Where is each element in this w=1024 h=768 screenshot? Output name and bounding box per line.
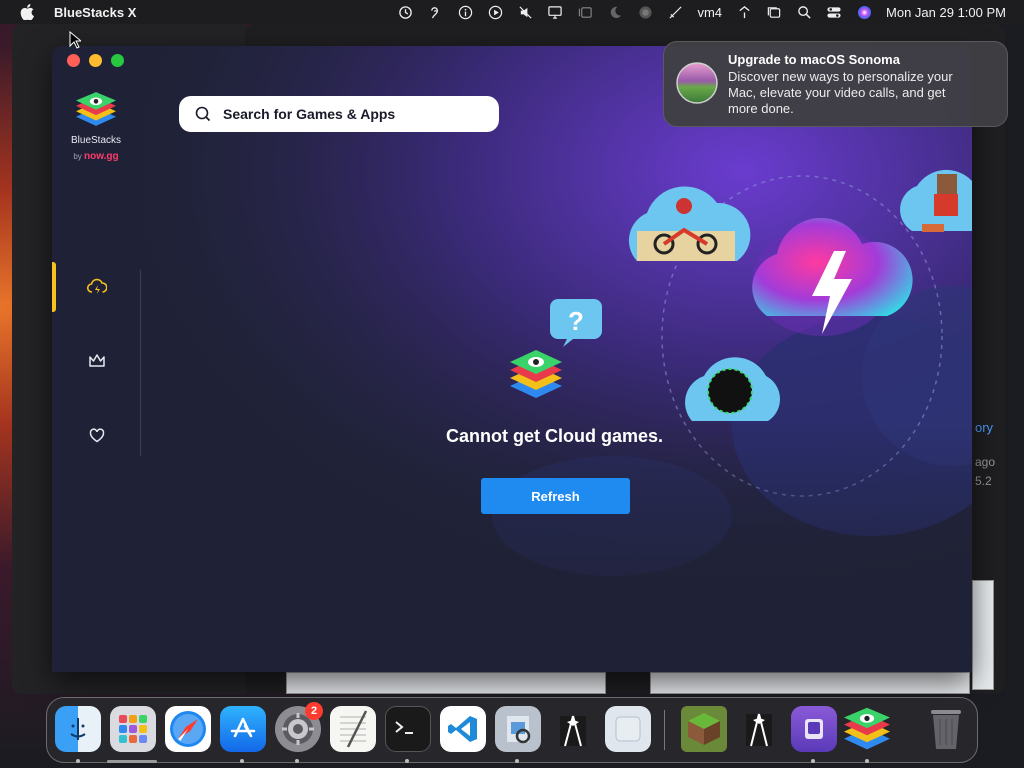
moon-icon[interactable] xyxy=(607,4,623,20)
brand-name: BlueStacks xyxy=(70,135,122,146)
background-partial-link[interactable]: ory xyxy=(975,420,993,435)
close-button[interactable] xyxy=(67,54,80,67)
search-icon xyxy=(195,106,211,122)
cloud-lightning-icon xyxy=(87,278,107,294)
notification-badge: 2 xyxy=(305,702,323,720)
bluestacks-logo-icon xyxy=(76,92,116,126)
hearing-icon[interactable] xyxy=(427,4,443,20)
dock-running-dot xyxy=(240,759,244,763)
window-icon[interactable] xyxy=(766,4,782,20)
app-menu-name[interactable]: BlueStacks X xyxy=(54,5,136,20)
network-icon[interactable] xyxy=(736,4,752,20)
control-center-icon[interactable] xyxy=(826,4,842,20)
dock: 2 xyxy=(46,697,978,763)
dock-vscode-icon[interactable] xyxy=(440,706,486,752)
siri-disabled-icon[interactable] xyxy=(637,4,653,20)
search-bar[interactable]: Search for Games & Apps xyxy=(179,96,499,132)
dock-bartender-icon[interactable] xyxy=(550,706,596,752)
stage-manager-icon[interactable] xyxy=(577,4,593,20)
mouse-cursor-icon xyxy=(69,31,81,49)
dock-minecraft-icon[interactable] xyxy=(681,706,727,752)
bluestacks-logo[interactable]: BlueStacks by now.gg xyxy=(68,92,124,164)
sidebar-nav xyxy=(52,256,142,456)
notification-title: Upgrade to macOS Sonoma xyxy=(728,52,900,67)
info-icon[interactable] xyxy=(457,4,473,20)
dock-running-dot xyxy=(295,759,299,763)
macos-sonoma-icon xyxy=(676,62,718,104)
refresh-button[interactable]: Refresh xyxy=(481,478,630,514)
zoom-button[interactable] xyxy=(111,54,124,67)
dock-bartender-5-icon[interactable] xyxy=(736,706,782,752)
dock-terminal-icon[interactable] xyxy=(385,706,431,752)
window-controls xyxy=(67,54,124,67)
menu-bar: BlueStacks X vm4 Mon Jan 29 1:00 PM xyxy=(0,0,1024,24)
dock-preview-icon[interactable] xyxy=(495,706,541,752)
notification-banner[interactable]: Upgrade to macOS Sonoma Discover new way… xyxy=(663,41,1008,127)
minimize-button[interactable] xyxy=(89,54,102,67)
dock-bluestacks-icon[interactable] xyxy=(844,706,890,752)
background-partial-meta: ago xyxy=(975,455,996,469)
dock-running-dot xyxy=(811,759,815,763)
notification-body: Discover new ways to personalize your Ma… xyxy=(728,69,953,116)
brand-by: by now.gg xyxy=(73,151,119,162)
clock[interactable]: Mon Jan 29 1:00 PM xyxy=(886,5,1006,20)
error-message: Cannot get Cloud games. xyxy=(445,426,663,446)
dock-blank-app-icon[interactable] xyxy=(605,706,651,752)
dock-separator xyxy=(664,710,665,750)
siri-icon[interactable] xyxy=(856,4,872,20)
background-thumbnail xyxy=(972,580,994,690)
nav-item-my-games[interactable] xyxy=(52,336,142,386)
dock-safari-icon[interactable] xyxy=(165,706,211,752)
dock-running-dot xyxy=(76,759,80,763)
dock-textedit-icon[interactable] xyxy=(330,706,376,752)
user-name[interactable]: vm4 xyxy=(697,5,722,20)
brand-by-label: by xyxy=(73,152,82,161)
spotlight-icon[interactable] xyxy=(796,4,812,20)
background-thumbnail xyxy=(286,672,606,694)
nav-item-favorites[interactable] xyxy=(52,410,142,460)
dock-finder-icon[interactable] xyxy=(55,706,101,752)
crown-icon xyxy=(89,354,105,367)
bluestacks-window: ? BlueStacks by now.gg Searc xyxy=(52,46,972,672)
dock-scroll-indicator xyxy=(107,760,157,763)
cloud-games-illustration: ? xyxy=(52,46,972,672)
play-circle-icon[interactable] xyxy=(487,4,503,20)
nav-item-cloud-games[interactable] xyxy=(52,262,142,312)
dock-running-dot xyxy=(515,759,519,763)
background-partial-meta-2: 5.2 xyxy=(975,474,992,488)
dock-trash-icon[interactable] xyxy=(923,706,969,752)
pen-slash-icon[interactable] xyxy=(667,4,683,20)
apple-menu-icon[interactable] xyxy=(16,4,38,20)
brand-nowgg: now.gg xyxy=(84,151,119,162)
dock-launchpad-icon[interactable] xyxy=(110,706,156,752)
dock-app-store-icon[interactable] xyxy=(220,706,266,752)
background-thumbnail xyxy=(650,672,970,694)
time-machine-icon[interactable] xyxy=(397,4,413,20)
display-icon[interactable] xyxy=(547,4,563,20)
heart-icon xyxy=(89,427,105,442)
dock-running-dot xyxy=(865,759,869,763)
dock-apple-configurator-icon[interactable] xyxy=(791,706,837,752)
dock-running-dot xyxy=(405,759,409,763)
mute-icon[interactable] xyxy=(517,4,533,20)
search-input[interactable]: Search for Games & Apps xyxy=(223,106,395,122)
